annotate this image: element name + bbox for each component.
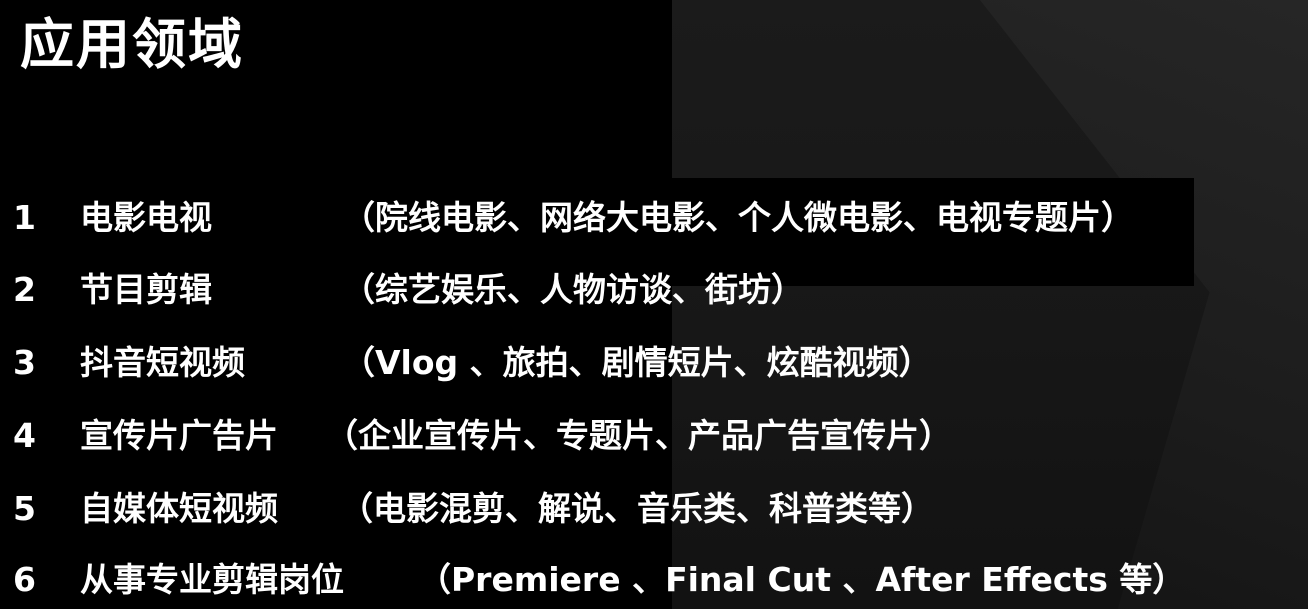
item-name: 电影电视 bbox=[80, 198, 212, 237]
item-number: 6 bbox=[13, 560, 36, 599]
list-item: 6 从事专业剪辑岗位 （Premiere 、Final Cut 、After E… bbox=[0, 550, 1308, 609]
item-name: 抖音短视频 bbox=[80, 343, 245, 382]
item-number: 4 bbox=[13, 416, 36, 455]
list-item: 5 自媒体短视频 （电影混剪、解说、音乐类、科普类等） bbox=[0, 479, 1308, 539]
item-detail: （综艺娱乐、人物访谈、街坊） bbox=[342, 270, 804, 309]
slide: 应用领域 1 电影电视 （院线电影、网络大电影、个人微电影、电视专题片） 2 节… bbox=[0, 0, 1308, 609]
list-item: 4 宣传片广告片 （企业宣传片、专题片、产品广告宣传片） bbox=[0, 406, 1308, 466]
item-name: 自媒体短视频 bbox=[80, 489, 278, 528]
item-detail: （院线电影、网络大电影、个人微电影、电视专题片） bbox=[342, 198, 1134, 237]
item-detail: （Premiere 、Final Cut 、After Effects 等） bbox=[418, 560, 1186, 599]
item-detail: （电影混剪、解说、音乐类、科普类等） bbox=[340, 489, 934, 528]
list-item: 2 节目剪辑 （综艺娱乐、人物访谈、街坊） bbox=[0, 260, 1308, 320]
item-name: 宣传片广告片 bbox=[80, 416, 278, 455]
item-number: 5 bbox=[13, 489, 36, 528]
item-number: 1 bbox=[13, 198, 36, 237]
item-detail: （Vlog 、旅拍、剧情短片、炫酷视频） bbox=[342, 343, 932, 382]
item-number: 2 bbox=[13, 270, 36, 309]
item-name: 节目剪辑 bbox=[80, 270, 212, 309]
item-name: 从事专业剪辑岗位 bbox=[80, 560, 344, 599]
list-item: 1 电影电视 （院线电影、网络大电影、个人微电影、电视专题片） bbox=[0, 188, 1308, 248]
list-item: 3 抖音短视频 （Vlog 、旅拍、剧情短片、炫酷视频） bbox=[0, 333, 1308, 393]
item-detail: （企业宣传片、专题片、产品广告宣传片） bbox=[325, 416, 952, 455]
slide-title: 应用领域 bbox=[20, 13, 244, 76]
item-number: 3 bbox=[13, 343, 36, 382]
